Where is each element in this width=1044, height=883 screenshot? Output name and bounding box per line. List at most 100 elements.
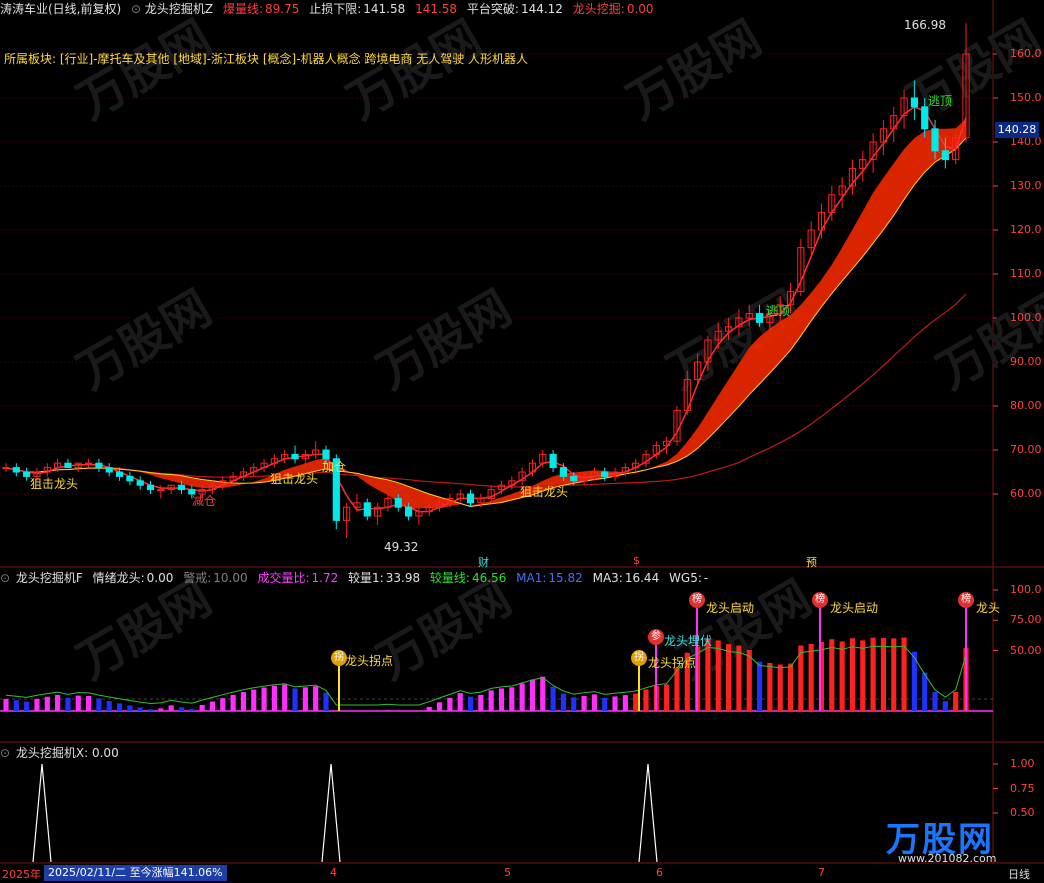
wg5-value: - bbox=[703, 571, 709, 585]
sub2-tick-label: 0.50 bbox=[1010, 806, 1035, 819]
candle-body bbox=[570, 475, 578, 482]
chart-canvas[interactable]: 万股网 万股网 万股网 万股网万股网 万股网 万股网 万股网万股网 万股网 万股网 bbox=[0, 0, 1044, 883]
candle-body bbox=[394, 497, 402, 508]
sub2-value: : 0.00 bbox=[84, 746, 119, 760]
sector-line: 所属板块: [行业]-摩托车及其他 [地域]-浙江板块 [概念]-机器人概念 跨… bbox=[4, 52, 529, 66]
spike-signal bbox=[32, 763, 52, 863]
current-price-tag: 140.28 bbox=[995, 122, 1039, 138]
burst-value: 89.75 bbox=[265, 2, 300, 16]
candle-body bbox=[95, 462, 103, 469]
signal-badge[interactable]: 榜 bbox=[812, 592, 828, 608]
candle-body bbox=[64, 462, 72, 469]
candle-body bbox=[910, 97, 918, 108]
sub1-tick-label: 75.00 bbox=[1010, 613, 1042, 627]
event-marker-forecast[interactable]: 预 bbox=[806, 554, 817, 570]
sub1-settings-icon[interactable]: ⊙ bbox=[0, 571, 10, 585]
watermark-text: 万股网 bbox=[669, 572, 820, 690]
date-info-box: 2025/02/11/二 至今涨幅141.06% bbox=[44, 865, 227, 881]
y-tick-label: 70.00 bbox=[1010, 443, 1042, 456]
watermark-text: 万股网 bbox=[69, 282, 220, 400]
watermark-text: 万股网 bbox=[339, 12, 490, 130]
high-price-label: 166.98 bbox=[904, 18, 946, 32]
candle-body bbox=[755, 313, 764, 323]
signal-launch-3: 龙头 bbox=[976, 601, 1001, 615]
candle-body bbox=[12, 467, 20, 473]
event-marker-dividend[interactable]: $ bbox=[633, 554, 640, 567]
watermark-text: 万股网 bbox=[929, 282, 1044, 400]
settings-icon[interactable]: ⊙ bbox=[131, 2, 141, 16]
platform-label: 平台突破: bbox=[466, 2, 519, 16]
sub2-header: ⊙ 龙头挖掘机X: 0.00 bbox=[0, 744, 125, 762]
dig-label: 龙头挖掘: bbox=[572, 2, 625, 16]
ma3-value: 16.44 bbox=[624, 571, 660, 585]
period-label[interactable]: 日线 bbox=[1008, 866, 1030, 882]
sub2-tick-label: 0.75 bbox=[1010, 781, 1035, 795]
indicator-name[interactable]: 龙头挖掘机Z bbox=[145, 2, 213, 16]
main-panel-header: 涛涛车业(日线,前复权) ⊙ 龙头挖掘机Z 爆量线: 89.75 止损下限: 141… bbox=[0, 0, 660, 18]
cmp1-value: 33.98 bbox=[385, 571, 421, 585]
signal-launch-1: 龙头启动 bbox=[706, 601, 755, 615]
warn-value: 10.00 bbox=[213, 571, 248, 585]
cmp-line-value: 46.56 bbox=[471, 571, 507, 585]
y-tick-label: 80.00 bbox=[1010, 399, 1042, 412]
month-label-6: 6 bbox=[656, 866, 663, 879]
vol-ratio-value: 1.72 bbox=[311, 571, 339, 585]
annotation-escape-2: 逃顶 bbox=[928, 94, 953, 108]
ma1-label: MA1: bbox=[516, 571, 547, 585]
candle-body bbox=[466, 493, 475, 504]
month-label-4: 4 bbox=[330, 866, 337, 879]
signal-badge[interactable]: 参 bbox=[648, 629, 664, 645]
y-tick-label: 110.0 bbox=[1010, 267, 1042, 280]
candle-body bbox=[291, 453, 299, 460]
candle-body bbox=[136, 480, 144, 486]
sub2-indicator-name[interactable]: 龙头挖掘机X bbox=[16, 746, 84, 760]
watermark-text: 万股网 bbox=[369, 282, 520, 400]
event-marker-finance[interactable]: 财 bbox=[478, 554, 489, 570]
signal-badge[interactable]: 拐 bbox=[631, 650, 647, 666]
low-price-label: 49.32 bbox=[384, 540, 419, 554]
wg5-label: WG5: bbox=[669, 571, 702, 585]
sub1-indicator-name[interactable]: 龙头挖掘机F bbox=[16, 571, 83, 585]
signal-badge[interactable]: 拐 bbox=[331, 650, 347, 666]
sub1-header: ⊙ 龙头挖掘机F 情绪龙头: 0.00 警戒: 10.00 成交量比: 1.72 较量… bbox=[0, 569, 714, 587]
burst-label: 爆量线: bbox=[222, 2, 264, 16]
candle-body bbox=[146, 484, 155, 491]
stop-value: 141.58 bbox=[363, 2, 406, 16]
candle-body bbox=[559, 467, 568, 477]
month-label-5: 5 bbox=[504, 866, 511, 879]
signal-turn-2: 龙头拐点 bbox=[648, 656, 697, 670]
spike-signal bbox=[321, 763, 341, 863]
cmp-line-label: 较量线: bbox=[429, 571, 470, 585]
annotation-escape-1: 逃顶 bbox=[766, 304, 791, 318]
sub2-settings-icon[interactable]: ⊙ bbox=[0, 746, 10, 760]
platform-value: 144.12 bbox=[520, 2, 563, 16]
warn-label: 警戒: bbox=[183, 571, 212, 585]
y-tick-label: 100.0 bbox=[1010, 311, 1042, 324]
candle-body bbox=[601, 471, 609, 477]
stock-title[interactable]: 涛涛车业(日线,前复权) bbox=[0, 2, 121, 16]
candle-body bbox=[126, 475, 134, 482]
ma3-label: MA3: bbox=[592, 571, 623, 585]
y-tick-label: 130.0 bbox=[1010, 179, 1042, 192]
signal-badge[interactable]: 榜 bbox=[689, 592, 705, 608]
ma1-value: 15.82 bbox=[548, 571, 583, 585]
mood-label: 情绪龙头: bbox=[92, 571, 145, 585]
stop-label: 止损下限: bbox=[309, 2, 362, 16]
mood-value: 0.00 bbox=[146, 571, 174, 585]
month-label-7: 7 bbox=[818, 866, 825, 879]
signal-badge[interactable]: 榜 bbox=[958, 592, 974, 608]
sub1-tick-label: 50.00 bbox=[1010, 643, 1042, 657]
watermark-text: 万股网 bbox=[69, 572, 220, 690]
signal-ambush: 龙头埋伏 bbox=[664, 634, 713, 648]
watermark-text: 万股网 bbox=[619, 12, 770, 130]
candle-body bbox=[84, 462, 93, 465]
watermark-text: 万股网 bbox=[369, 572, 520, 690]
candle-body bbox=[404, 506, 413, 517]
y-tick-label: 160.0 bbox=[1010, 47, 1042, 60]
sub2-tick-label: 1.00 bbox=[1010, 757, 1035, 770]
candle-body bbox=[115, 471, 124, 477]
annotation-snipe-2: 狙击龙头 bbox=[270, 472, 319, 486]
candle-body bbox=[363, 502, 371, 517]
candle-body bbox=[549, 453, 557, 469]
spike-signal bbox=[638, 763, 658, 863]
